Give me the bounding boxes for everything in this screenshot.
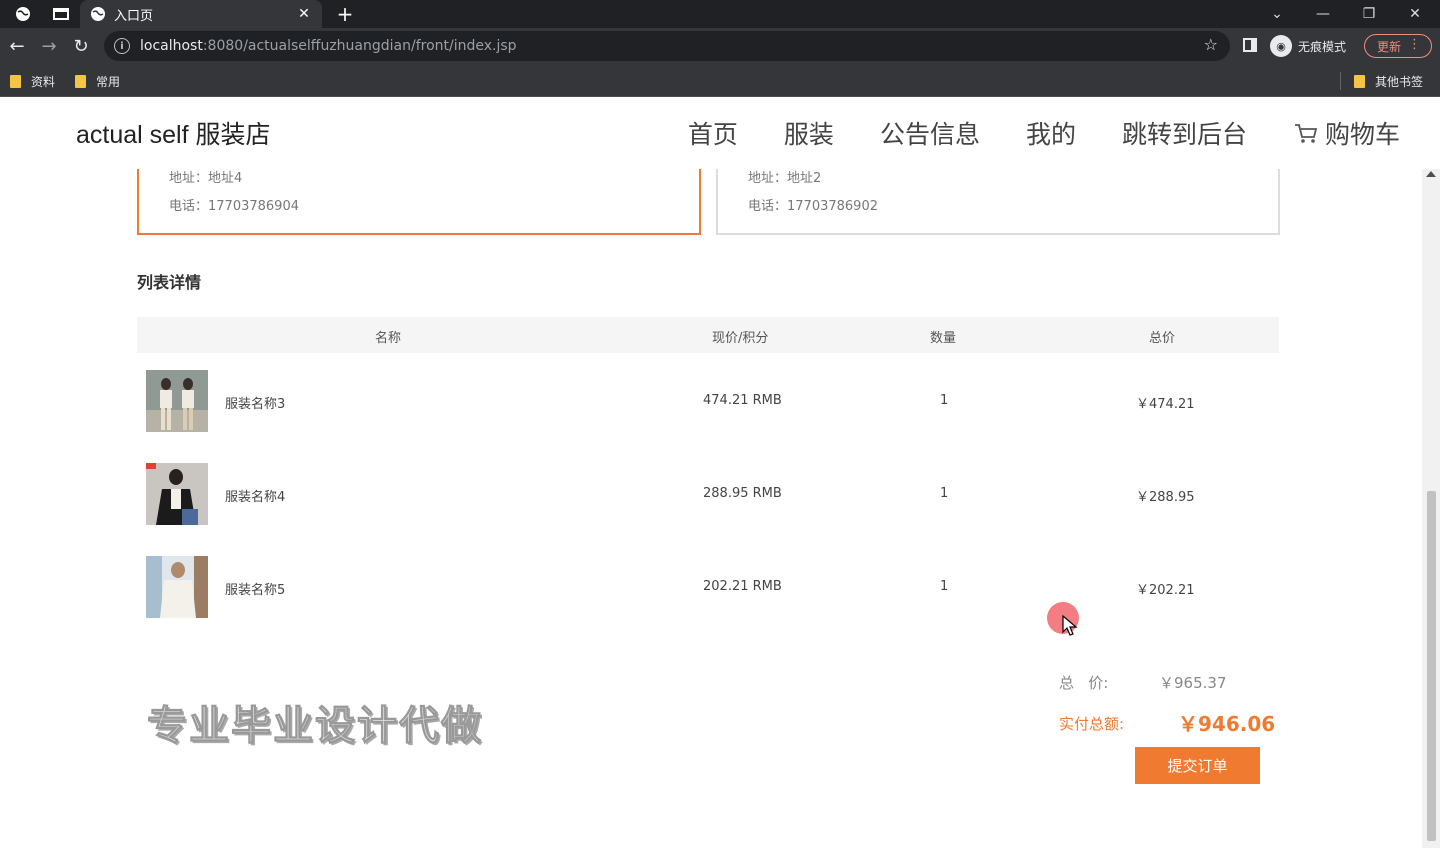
update-label: 更新 [1377, 39, 1402, 54]
nav-home[interactable]: 首页 [688, 115, 738, 151]
mouse-cursor-icon [1062, 615, 1078, 636]
tab-close-icon[interactable]: ✕ [296, 6, 312, 22]
nav-cart[interactable]: 购物车 [1293, 115, 1400, 151]
reload-icon[interactable]: ↻ [66, 28, 96, 64]
forward-icon[interactable]: → [34, 28, 64, 64]
phone-text: 电话：17703786904 [169, 199, 299, 214]
site-header: actual self 服装店 首页 服装 公告信息 我的 跳转到后台 购物车 [0, 97, 1440, 169]
product-name: 服装名称4 [225, 490, 286, 505]
bookmark-folder-changyong[interactable]: 常用 [75, 72, 120, 90]
table-row: 服装名称4 288.95 RMB 1 ￥288.95 [137, 463, 1279, 525]
product-qty: 1 [940, 393, 949, 408]
nav-mine[interactable]: 我的 [1026, 115, 1076, 151]
product-name: 服装名称3 [225, 397, 286, 412]
th-price: 现价/积分 [712, 331, 769, 346]
incognito-indicator[interactable]: ◉ 无痕模式 [1270, 33, 1346, 59]
folder-icon [1354, 74, 1365, 88]
globe-icon [91, 7, 105, 21]
address-text: 地址：地址2 [748, 171, 822, 186]
bookmark-folder-ziliao[interactable]: 资料 [10, 72, 55, 90]
browser-toolbar: ← → ↻ i localhost:8080/actualselffuzhuan… [0, 28, 1440, 64]
th-total: 总价 [1149, 331, 1176, 346]
incognito-label: 无痕模式 [1298, 39, 1347, 54]
url-text: localhost:8080/actualselffuzhuangdian/fr… [140, 38, 517, 54]
product-qty: 1 [940, 579, 949, 594]
product-image[interactable] [146, 463, 208, 525]
product-total: ￥474.21 [1136, 397, 1195, 412]
bookmarks-bar: 资料 常用 其他书签 [0, 64, 1440, 97]
incognito-icon: ◉ [1270, 35, 1292, 57]
product-total: ￥202.21 [1136, 583, 1195, 598]
page-viewport: 地址：地址4 电话：17703786904 地址：地址2 电话：17703786… [0, 97, 1440, 848]
list-title: 列表详情 [137, 273, 202, 292]
page-scrollbar[interactable] [1422, 169, 1440, 848]
nav-cart-label: 购物车 [1324, 120, 1400, 149]
back-icon[interactable]: ← [2, 28, 32, 64]
paid-value: ￥946.06 [1178, 712, 1276, 736]
product-image[interactable] [146, 556, 208, 618]
table-header: 名称 现价/积分 数量 总价 [137, 317, 1279, 353]
paid-label: 实付总额: [1059, 715, 1125, 733]
close-window-icon[interactable]: ✕ [1392, 0, 1438, 28]
tab-search-chevron-icon[interactable]: ⌄ [1254, 0, 1300, 28]
product-name: 服装名称5 [225, 583, 286, 598]
bookmarks-divider [1340, 72, 1341, 90]
scrollbar-thumb[interactable] [1427, 491, 1436, 841]
watermark-text: 专业毕业设计代做 [147, 703, 483, 750]
other-bookmarks[interactable]: 其他书签 [1354, 72, 1423, 90]
browser-tab-bar: 入口页 ✕ + ⌄ — ❐ ✕ [0, 0, 1440, 28]
th-name: 名称 [375, 331, 402, 346]
product-price: 474.21 RMB [703, 393, 782, 408]
cart-icon [1294, 124, 1318, 143]
main-nav: 首页 服装 公告信息 我的 跳转到后台 购物车 [642, 115, 1400, 151]
update-button[interactable]: 更新 ⋮ [1364, 34, 1432, 58]
product-qty: 1 [940, 486, 949, 501]
total-label: 总 价: [1059, 674, 1109, 692]
nav-announcements[interactable]: 公告信息 [880, 115, 980, 151]
active-tab[interactable]: 入口页 ✕ [80, 0, 322, 28]
minimize-icon[interactable]: — [1300, 0, 1346, 28]
product-image[interactable] [146, 370, 208, 432]
scroll-up-icon[interactable] [1426, 171, 1436, 177]
th-qty: 数量 [930, 331, 957, 346]
tab-window-icon[interactable] [46, 0, 76, 28]
folder-icon [10, 74, 21, 88]
address-text: 地址：地址4 [169, 171, 243, 186]
brand-logo[interactable]: actual self 服装店 [76, 115, 271, 151]
address-bar[interactable]: i localhost:8080/actualselffuzhuangdian/… [104, 31, 1230, 61]
side-panel-icon[interactable] [1243, 38, 1257, 52]
table-row: 服装名称5 202.21 RMB 1 ￥202.21 [137, 556, 1279, 618]
bookmark-star-icon[interactable]: ☆ [1204, 35, 1218, 54]
product-total: ￥288.95 [1136, 490, 1195, 505]
product-price: 288.95 RMB [703, 486, 782, 501]
product-price: 202.21 RMB [703, 579, 782, 594]
new-tab-button[interactable]: + [334, 0, 356, 28]
folder-icon [75, 74, 86, 88]
tab-search-globe-icon[interactable] [8, 0, 38, 28]
total-value: ￥965.37 [1159, 674, 1227, 692]
nav-clothing[interactable]: 服装 [784, 115, 834, 151]
menu-dots-icon: ⋮ [1408, 37, 1421, 52]
submit-order-button[interactable]: 提交订单 [1135, 747, 1260, 784]
tab-title: 入口页 [114, 8, 154, 24]
phone-text: 电话：17703786902 [748, 199, 878, 214]
nav-admin[interactable]: 跳转到后台 [1122, 115, 1247, 151]
restore-icon[interactable]: ❐ [1346, 0, 1392, 28]
site-info-icon[interactable]: i [114, 38, 130, 54]
table-row: 服装名称3 474.21 RMB 1 ￥474.21 [137, 370, 1279, 432]
